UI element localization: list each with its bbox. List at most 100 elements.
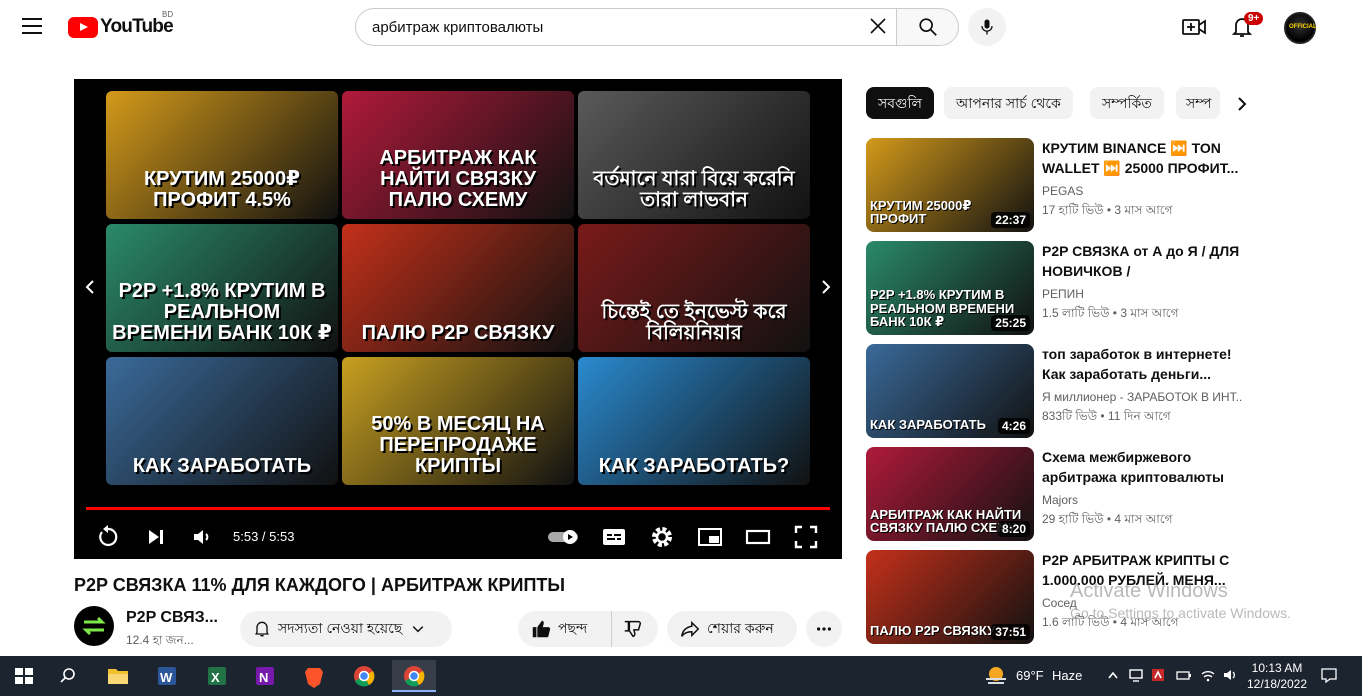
excel-icon[interactable]: X <box>196 660 236 692</box>
recommended-thumbnail[interactable]: АРБИТРАЖ КАК НАЙТИ СВЯЗКУ ПАЛЮ СХЕМУ 8:20 <box>866 447 1034 541</box>
video-title: P2P СВЯЗКА 11% ДЛЯ КАЖДОГО | АРБИТРАЖ КР… <box>74 575 566 595</box>
chip-more[interactable]: সম্প <box>1176 87 1220 119</box>
activate-windows-subtitle: Go to Settings to activate Windows. <box>1070 605 1291 621</box>
notification-badge: 9+ <box>1244 12 1264 25</box>
recommended-channel[interactable]: PEGAS <box>1042 184 1242 198</box>
recommended-title[interactable]: Схема межбиржевого арбитража криптовалют… <box>1042 447 1242 487</box>
recommended-thumbnail[interactable]: P2P +1.8% КРУТИМ В РЕАЛЬНОМ ВРЕМЕНИ БАНК… <box>866 241 1034 335</box>
endscreen-video-4[interactable]: P2P +1.8% КРУТИМ В РЕАЛЬНОМ ВРЕМЕНИ БАНК… <box>106 224 338 352</box>
recommended-title[interactable]: КРУТИМ BINANCE ⏭️ TON WALLET ⏭️ 25000 ПР… <box>1042 138 1242 178</box>
like-dislike-group: পছন্দ <box>518 611 658 647</box>
thumbs-down-icon[interactable] <box>622 618 644 640</box>
chip-all[interactable]: সবগুলি <box>866 87 934 119</box>
voice-search-button[interactable] <box>968 8 1006 46</box>
svg-text:W: W <box>160 670 173 685</box>
endscreen-prev-icon[interactable] <box>80 277 100 297</box>
weather-haze-icon[interactable] <box>982 664 1010 688</box>
brave-browser-icon[interactable] <box>294 660 334 692</box>
antivirus-icon[interactable] <box>1150 667 1166 683</box>
recommended-video[interactable]: КАК ЗАРАБОТАТЬ 4:26 топ заработок в интерн… <box>866 344 1246 438</box>
replay-icon[interactable] <box>94 523 122 551</box>
recommended-title[interactable]: топ заработок в интернете! Как заработат… <box>1042 344 1242 384</box>
fullscreen-icon[interactable] <box>792 523 820 551</box>
subtitles-icon[interactable] <box>600 523 628 551</box>
autoplay-toggle-icon[interactable] <box>546 523 582 551</box>
start-icon[interactable] <box>4 660 44 692</box>
search-input[interactable] <box>372 17 852 37</box>
recommended-title[interactable]: P2P СВЯЗКА от А до Я / ДЛЯ НОВИЧКОВ / ЗА… <box>1042 241 1242 281</box>
onenote-icon[interactable]: N <box>244 660 284 692</box>
show-hidden-icons-icon[interactable] <box>1106 668 1120 684</box>
recommended-thumbnail[interactable]: КАК ЗАРАБОТАТЬ 4:26 <box>866 344 1034 438</box>
channel-logo-icon <box>82 616 106 636</box>
chrome-active-window[interactable] <box>392 660 436 692</box>
duration-badge: 8:20 <box>997 521 1030 537</box>
settings-gear-icon[interactable] <box>648 523 676 551</box>
like-button[interactable]: পছন্দ <box>518 611 612 647</box>
notification-center-icon[interactable] <box>1320 666 1338 684</box>
bell-icon <box>255 621 269 637</box>
recommended-channel[interactable]: РЕПИН <box>1042 287 1242 301</box>
account-avatar[interactable]: OFFICIAL <box>1284 12 1317 44</box>
chrome-icon[interactable] <box>344 660 384 692</box>
duration-badge: 37:51 <box>991 624 1030 640</box>
progress-bar[interactable] <box>86 507 830 510</box>
recommended-video[interactable]: АРБИТРАЖ КАК НАЙТИ СВЯЗКУ ПАЛЮ СХЕМУ 8:20… <box>866 447 1246 541</box>
filter-chips: সবগুলি আপনার সার্চ থেকে সম্পর্কিত সম্প <box>866 87 1256 119</box>
subscribed-button[interactable]: সদস্যতা নেওয়া হয়েছে <box>240 611 452 647</box>
more-actions-button[interactable] <box>806 611 842 647</box>
miniplayer-icon[interactable] <box>696 523 724 551</box>
endscreen-video-2[interactable]: АРБИТРАЖ КАК НАЙТИ СВЯЗКУ ПАЛЮ СХЕМУ <box>342 91 574 219</box>
share-arrow-icon <box>681 620 700 638</box>
endscreen-video-caption: P2P +1.8% КРУТИМ В РЕАЛЬНОМ ВРЕМЕНИ БАНК… <box>112 280 332 344</box>
volume-icon[interactable] <box>188 523 216 551</box>
recommended-meta: 1.5 লাটি ভিউ • 3 মাস আগে <box>1042 306 1179 320</box>
theater-mode-icon[interactable] <box>744 523 772 551</box>
taskbar-search-icon[interactable] <box>48 660 88 692</box>
masthead: YouTube BD 9+ OFFICIAL <box>0 0 1362 56</box>
share-label: শেয়ার করুন <box>707 620 774 636</box>
recommended-thumbnail[interactable]: ПАЛЮ P2P СВЯЗКУ 37:51 <box>866 550 1034 644</box>
youtube-logo[interactable]: YouTube BD <box>68 10 174 38</box>
endscreen-video-3[interactable]: বর্তমানে যারা বিয়ে করেনি তারা লাভবান <box>578 91 810 219</box>
endscreen-next-icon[interactable] <box>816 277 836 297</box>
menu-icon[interactable] <box>22 18 42 36</box>
create-video-icon[interactable] <box>1181 14 1207 40</box>
avatar-text: OFFICIAL <box>1289 24 1317 30</box>
next-video-icon[interactable] <box>142 523 170 551</box>
endscreen-video-8[interactable]: 50% В МЕСЯЦ НА ПЕРЕПРОДАЖЕ КРИПТЫ <box>342 357 574 485</box>
speaker-icon[interactable] <box>1222 667 1238 683</box>
endscreen-video-caption: চিন্তেই তে ইনভেস্ট করে বিলিয়নিয়ার <box>601 301 787 344</box>
file-explorer-icon[interactable] <box>98 660 138 692</box>
search-button[interactable] <box>896 8 959 46</box>
endscreen-video-5[interactable]: ПАЛЮ P2P СВЯЗКУ <box>342 224 574 352</box>
recommended-video[interactable]: КРУТИМ 25000₽ ПРОФИТ 22:37 КРУТИМ BINANCE … <box>866 138 1246 232</box>
wifi-icon[interactable] <box>1200 667 1216 683</box>
recommended-channel[interactable]: Majors <box>1042 493 1242 507</box>
recommended-video[interactable]: P2P +1.8% КРУТИМ В РЕАЛЬНОМ ВРЕМЕНИ БАНК… <box>866 241 1246 335</box>
recommended-thumbnail[interactable]: КРУТИМ 25000₽ ПРОФИТ 22:37 <box>866 138 1034 232</box>
microphone-icon <box>981 19 993 35</box>
video-player[interactable]: КРУТИМ 25000₽ ПРОФИТ 4.5% АРБИТРАЖ КАК НА… <box>74 79 842 559</box>
search-box <box>355 8 896 46</box>
word-icon[interactable]: W <box>146 660 186 692</box>
chip-from-your-search[interactable]: আপনার সার্চ থেকে <box>944 87 1073 119</box>
endscreen-video-1[interactable]: КРУТИМ 25000₽ ПРОФИТ 4.5% <box>106 91 338 219</box>
endscreen-video-9[interactable]: КАК ЗАРАБОТАТЬ? <box>578 357 810 485</box>
channel-avatar[interactable] <box>74 606 114 646</box>
chips-next-icon[interactable] <box>1232 94 1252 114</box>
battery-icon[interactable] <box>1176 667 1192 683</box>
share-button[interactable]: শেয়ার করুন <box>667 611 797 647</box>
recommended-channel[interactable]: Я миллионер - ЗАРАБОТОК В ИНТ... <box>1042 390 1242 404</box>
recommended-meta: 833টি ভিউ • 11 দিন আগে <box>1042 409 1171 423</box>
chip-related[interactable]: সম্পর্কিত <box>1090 87 1164 119</box>
endscreen-video-caption: КРУТИМ 25000₽ ПРОФИТ 4.5% <box>143 168 301 211</box>
svg-text:N: N <box>259 670 268 685</box>
clear-search-icon[interactable] <box>868 16 888 36</box>
system-clock[interactable]: 10:13 AM 12/18/2022 <box>1246 660 1308 692</box>
endscreen-video-7[interactable]: КАК ЗАРАБОТАТЬ <box>106 357 338 485</box>
endscreen-video-6[interactable]: চিন্তেই তে ইনভেস্ট করে বিলিয়নিয়ার <box>578 224 810 352</box>
country-code: BD <box>162 10 174 19</box>
channel-name[interactable]: P2P СВЯЗ... <box>126 609 218 627</box>
network-icon[interactable] <box>1128 667 1144 683</box>
